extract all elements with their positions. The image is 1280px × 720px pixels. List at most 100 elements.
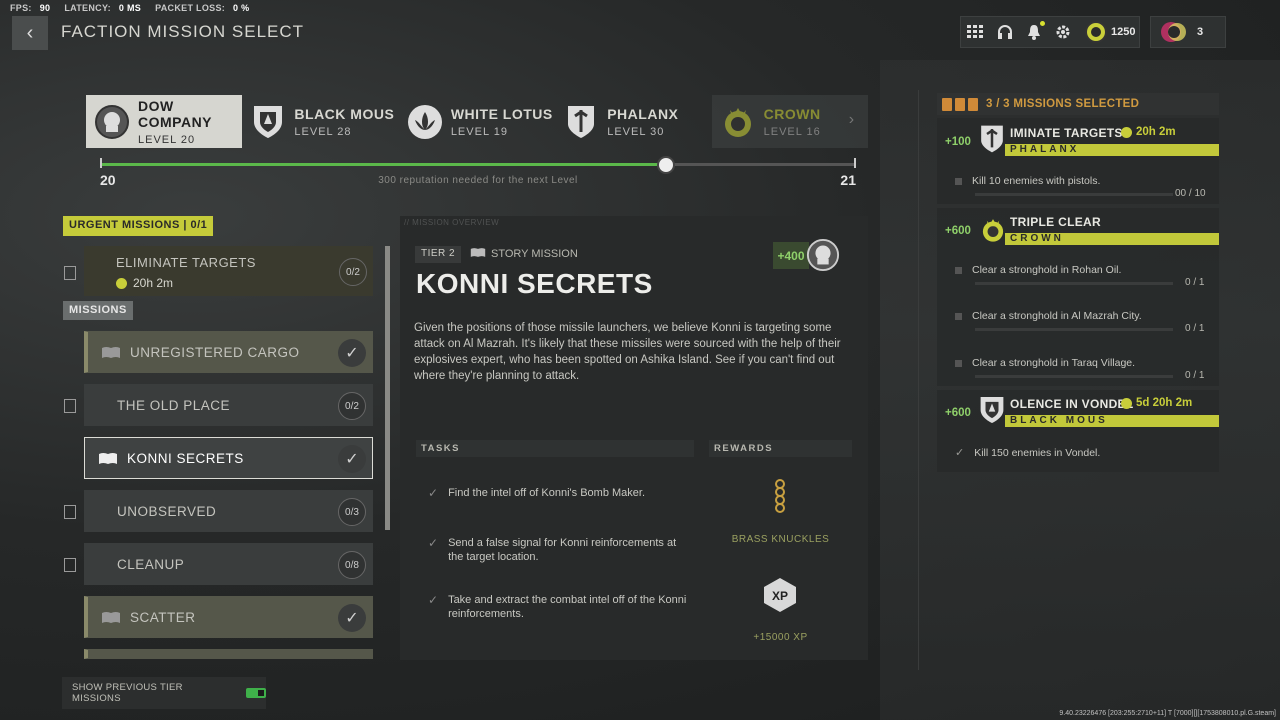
faction-level: LEVEL 20 (138, 133, 196, 146)
grid-menu-icon[interactable] (967, 24, 983, 40)
faction-name: WHITE LOTUS (450, 105, 553, 122)
tab-faction-dow-company[interactable]: DOW COMPANY LEVEL 20 (86, 95, 243, 148)
objective-progress-bar (975, 375, 1173, 378)
cod-points[interactable]: 1250 (1085, 21, 1135, 43)
faction-level: LEVEL 19 (450, 125, 508, 138)
task-item: ✓ Take and extract the combat intel off o… (428, 593, 687, 620)
mission-label: UNOBSERVED (117, 503, 217, 519)
reward-label: BRASS KNUCKLES (731, 534, 830, 545)
mission-track-checkbox[interactable] (64, 505, 76, 519)
back-button[interactable]: ‹ (12, 16, 48, 50)
reward-brass-knuckles[interactable] (718, 465, 842, 527)
mission-track-checkbox[interactable] (64, 558, 76, 572)
objective-progress: 00 / 10 (1175, 188, 1206, 199)
show-previous-tier-toggle-row: SHOW PREVIOUS TIER MISSIONS (62, 677, 266, 709)
reputation-marker-icon (656, 156, 675, 174)
party-widget[interactable]: 3 (1150, 16, 1226, 48)
objective-progress: 0 / 1 (1185, 277, 1205, 288)
clock-icon (1121, 397, 1132, 409)
selected-mission-card[interactable]: +600 TRIPLE CLEAR CROWN Clear a strongho… (937, 208, 1219, 386)
mission-title: KONNI SECRETS (416, 268, 653, 299)
reward-xp[interactable]: XP (718, 564, 842, 626)
phalanx-shield-icon (979, 124, 1005, 153)
mission-konni-secrets[interactable]: KONNI SECRETS ✓ (84, 437, 373, 479)
faction-level: LEVEL 28 (294, 125, 352, 138)
mission-points: +600 (945, 225, 971, 237)
mission-the-old-place[interactable]: THE OLD PLACE 0/2 (84, 384, 373, 426)
settings-gear-icon[interactable] (1055, 24, 1071, 40)
mission-unobserved[interactable]: UNOBSERVED 0/3 (84, 490, 373, 532)
faction-name: DOW COMPANY (138, 97, 213, 130)
mission-scatter[interactable]: SCATTER ✓ (84, 596, 373, 638)
tab-faction-phalanx[interactable]: PHALANX LEVEL 30 (555, 95, 711, 148)
reputation-tick-end (854, 158, 856, 168)
toggle-label: SHOW PREVIOUS TIER MISSIONS (72, 682, 183, 704)
tab-faction-white-lotus[interactable]: WHITE LOTUS LEVEL 19 (399, 95, 555, 148)
mission-note-icon (955, 97, 965, 111)
clock-icon (1121, 126, 1132, 138)
mission-name: TRIPLE CLEAR (1010, 215, 1101, 229)
clock-icon (116, 277, 127, 289)
crown-emblem-icon (979, 216, 1005, 244)
urgent-missions-header: URGENT MISSIONS | 0/1 (63, 216, 214, 236)
objective-progress: 0 / 1 (1185, 323, 1205, 334)
mission-label: SCATTER (130, 609, 196, 625)
black-mous-shield-icon (250, 104, 286, 140)
faction-tabs: DOW COMPANY LEVEL 20 BLACK MOUS LEVEL 28 W… (86, 95, 869, 148)
tasks-header: TASKS (416, 440, 694, 457)
mission-cleanup[interactable]: CLEANUP 0/8 (84, 543, 373, 585)
black-mous-shield-icon (979, 395, 1005, 423)
urgent-track-checkbox[interactable] (64, 266, 76, 280)
mission-unregistered-cargo[interactable]: UNREGISTERED CARGO ✓ (84, 331, 373, 373)
mission-description: Given the positions of those missile lau… (414, 322, 841, 382)
phalanx-shield-icon (563, 104, 599, 140)
urgent-mission-eliminate-targets[interactable]: ELIMINATE TARGETS 20h 2m 0/2 (84, 246, 373, 296)
checkmark-icon: ✓ (338, 339, 366, 367)
task-item: ✓ Send a false signal for Konni reinforce… (428, 536, 677, 563)
notification-bell-icon[interactable] (1027, 21, 1045, 40)
checkmark-icon: ✓ (428, 536, 439, 550)
objective: Clear a stronghold in Taraq Village. (955, 357, 1135, 369)
chevron-right-icon[interactable]: › (849, 111, 854, 129)
mission-label: UNREGISTERED CARGO (130, 344, 300, 360)
missions-header: MISSIONS (63, 301, 133, 320)
faction-name: CROWN (763, 105, 821, 122)
selected-mission-card[interactable]: +600 OLENCE IN VONDEL 5d 20h 2m BLACK MO… (937, 390, 1219, 472)
tab-faction-black-mous[interactable]: BLACK MOUS LEVEL 28 (242, 95, 398, 148)
party-count: 3 (1197, 26, 1204, 38)
objective-progress-bar (975, 328, 1173, 331)
page-title: FACTION MISSION SELECT (61, 22, 305, 41)
checkmark-icon: ✓ (428, 486, 439, 500)
task-item: ✓ Find the intel off of Konni's Bomb Make… (428, 486, 646, 500)
mission-name: OLENCE IN VONDEL (1010, 397, 1134, 411)
mission-label: ELIMINATE TARGETS (116, 255, 256, 270)
mission-name: IMINATE TARGETS (1010, 126, 1123, 140)
mission-note-icon (968, 97, 978, 111)
headset-icon[interactable] (997, 24, 1013, 40)
story-book-icon (100, 610, 122, 624)
selected-mission-card[interactable]: +100 IMINATE TARGETS 20h 2m PHALANX Kill… (937, 118, 1219, 204)
mission-timer: 5d 20h 2m (1121, 397, 1192, 409)
reward-label: +15000 XP (753, 632, 808, 643)
mission-partial[interactable] (84, 649, 373, 659)
mission-count: 0/8 (338, 551, 366, 579)
checkmark-icon: ✓ (338, 445, 366, 473)
top-toolbar: 1250 (960, 16, 1140, 48)
tab-faction-crown[interactable]: CROWN LEVEL 16 › (711, 95, 869, 148)
mission-track-checkbox[interactable] (64, 399, 76, 413)
mission-list-scrollbar[interactable] (385, 246, 390, 530)
mission-note-icon (942, 97, 952, 111)
tier-badge: TIER 2 (415, 246, 462, 263)
dow-company-emblem-icon (806, 238, 840, 272)
mission-points: +600 (945, 407, 971, 419)
show-previous-tier-toggle[interactable] (246, 688, 266, 698)
faction-name: PHALANX (607, 105, 679, 122)
faction-label: PHALANX (1005, 144, 1219, 156)
mission-timer: 20h 2m (116, 276, 373, 290)
faction-level: LEVEL 30 (607, 125, 665, 138)
overview-section-label: // MISSION OVERVIEW (404, 218, 500, 227)
party-avatar-icon (1159, 20, 1189, 44)
checkmark-icon: ✓ (428, 593, 439, 607)
mission-timer: 20h 2m (1121, 126, 1176, 138)
dow-company-emblem-icon (94, 104, 130, 140)
